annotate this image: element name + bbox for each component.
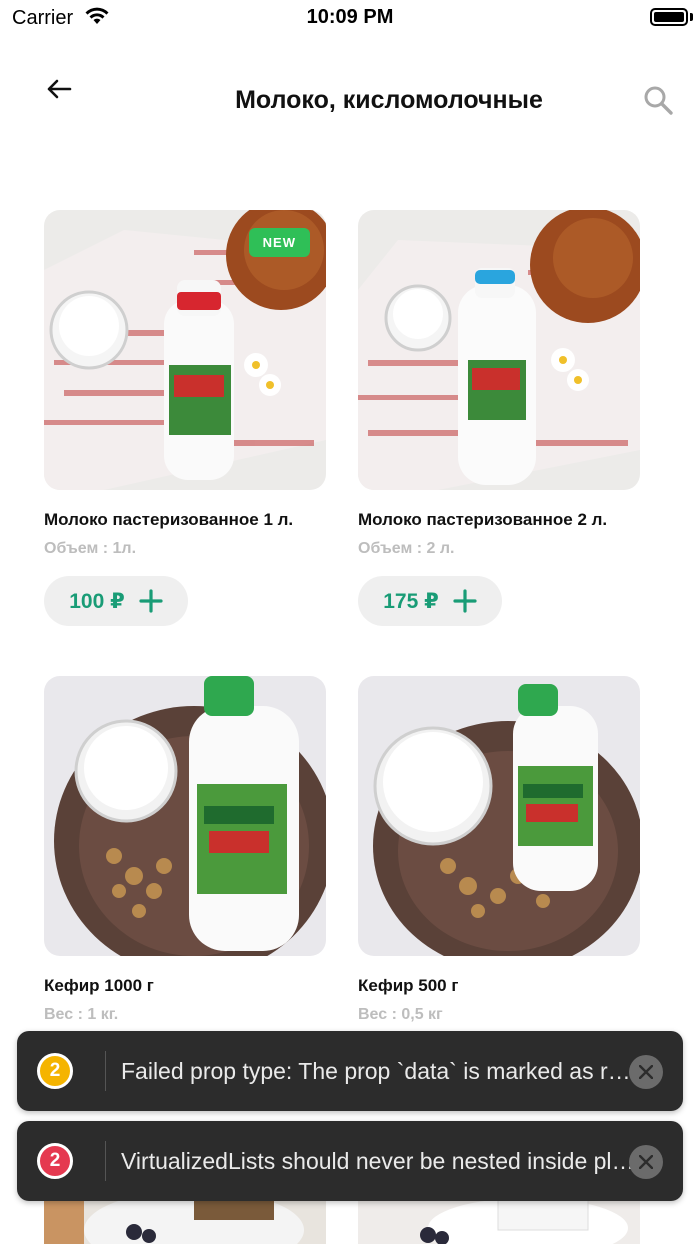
product-image[interactable]: NEW xyxy=(44,210,326,490)
status-bar: Carrier 10:09 PM xyxy=(0,0,700,36)
product-title: Кефир 500 г xyxy=(358,976,459,995)
product-weight: Вес : 0,5 кг xyxy=(358,1006,443,1023)
close-icon[interactable] xyxy=(629,1145,663,1179)
product-price: 175 ₽ xyxy=(383,589,439,613)
error-toast[interactable]: 2 VirtualizedLists should never be neste… xyxy=(17,1121,683,1201)
product-title: Кефир 1000 г xyxy=(44,976,154,995)
product-title: Молоко пастеризованное 2 л. xyxy=(358,510,608,529)
warning-count-badge: 2 xyxy=(37,1053,73,1089)
warning-toast[interactable]: 2 Failed prop type: The prop `data` is m… xyxy=(17,1031,683,1111)
add-to-cart-button[interactable]: 175 ₽ xyxy=(358,576,502,626)
product-title: Молоко пастеризованное 1 л. xyxy=(44,510,294,529)
toast-divider xyxy=(105,1051,106,1091)
add-to-cart-button[interactable]: 100 ₽ xyxy=(44,576,188,626)
page-title: Молоко, кисломолочные xyxy=(235,86,543,114)
product-image[interactable] xyxy=(358,676,640,956)
plus-icon xyxy=(453,589,477,613)
toast-divider xyxy=(105,1141,106,1181)
product-card[interactable]: Кефир 1000 г Вес : 1 кг. xyxy=(44,676,326,1024)
product-volume: Объем : 2 л. xyxy=(358,540,455,557)
battery-cap xyxy=(690,13,693,21)
product-card[interactable]: Молоко пастеризованное 2 л. Объем : 2 л.… xyxy=(358,210,640,626)
close-icon[interactable] xyxy=(629,1055,663,1089)
product-weight: Вес : 1 кг. xyxy=(44,1006,119,1023)
toast-message: Failed prop type: The prop `data` is mar… xyxy=(121,1058,637,1084)
product-card[interactable]: Кефир 500 г Вес : 0,5 кг xyxy=(358,676,640,1024)
error-count-badge: 2 xyxy=(37,1143,73,1179)
badge-new: NEW xyxy=(248,228,310,257)
toast-message: VirtualizedLists should never be nested … xyxy=(121,1148,637,1174)
product-image[interactable] xyxy=(358,210,640,490)
product-price: 100 ₽ xyxy=(69,589,125,613)
battery-icon xyxy=(650,8,688,26)
search-icon[interactable] xyxy=(642,84,674,116)
clock: 10:09 PM xyxy=(306,6,394,28)
product-image[interactable] xyxy=(44,676,326,956)
product-card[interactable]: NEW Молоко пастеризованное 1 л. Объем : … xyxy=(44,210,326,626)
product-volume: Объем : 1л. xyxy=(44,540,137,557)
header: Молоко, кисломолочные xyxy=(0,60,700,140)
plus-icon xyxy=(139,589,163,613)
